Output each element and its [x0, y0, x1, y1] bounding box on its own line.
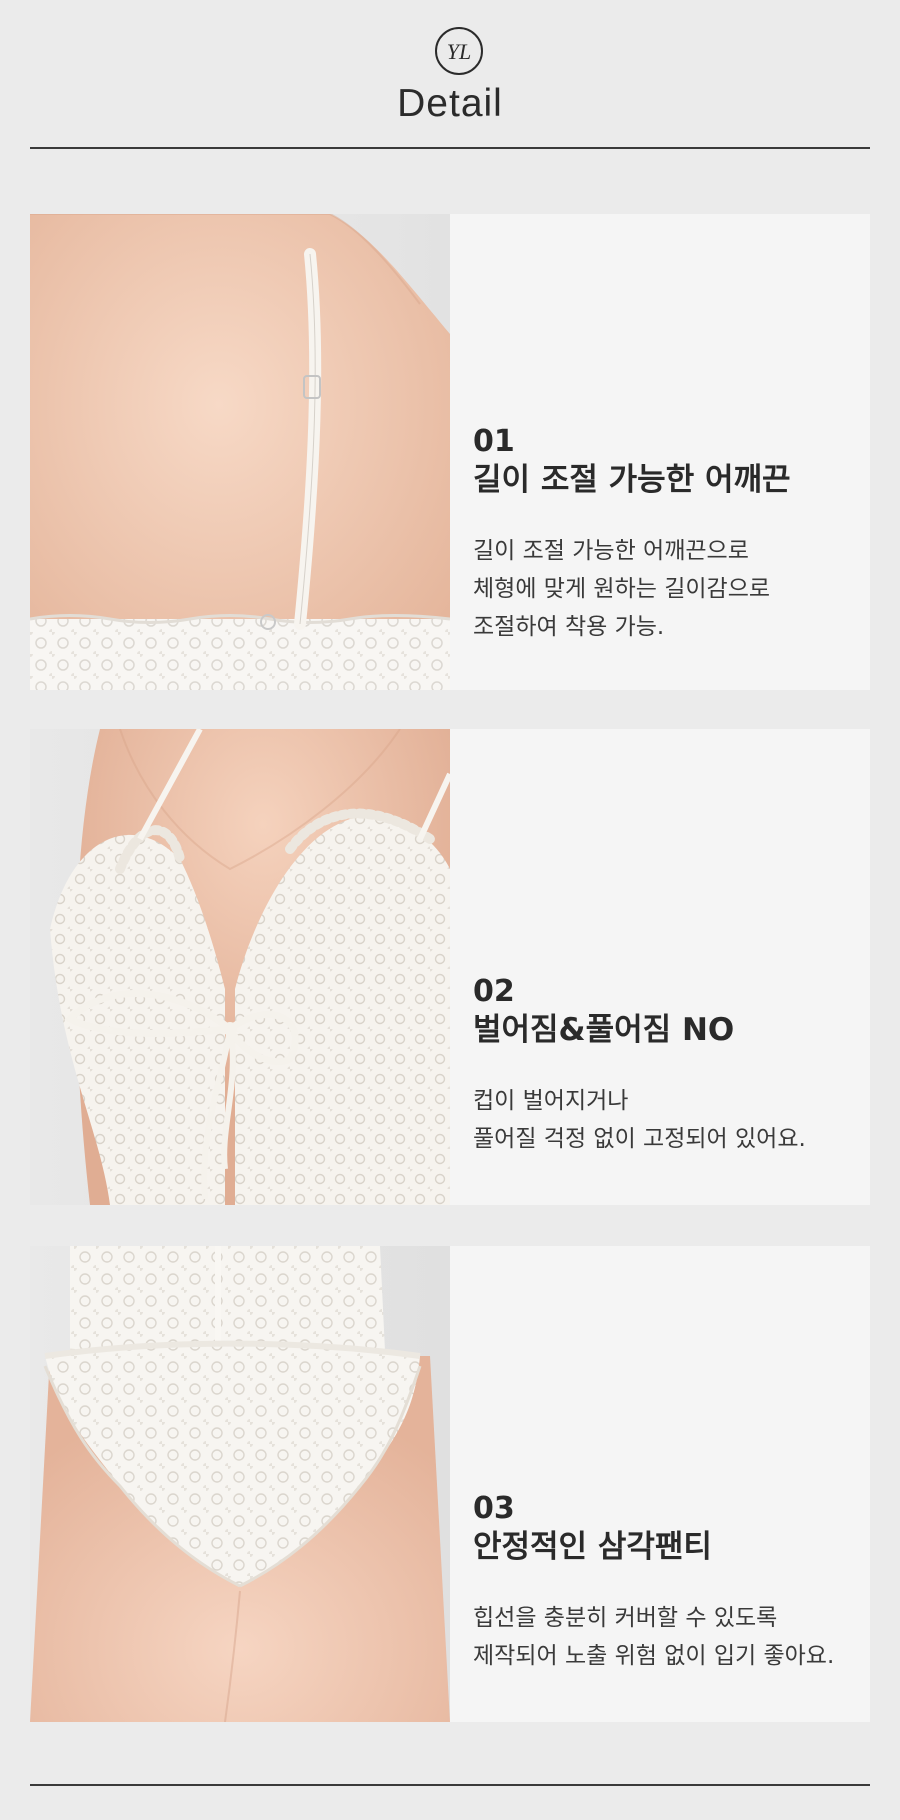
page-title: Detail	[397, 82, 503, 125]
feature-section-1: 01 길이 조절 가능한 어깨끈 길이 조절 가능한 어깨끈으로 체형에 맞게 …	[30, 214, 870, 690]
feature-heading: 안정적인 삼각팬티	[473, 1529, 712, 1565]
feature-number: 01	[473, 424, 515, 459]
feature-number: 02	[473, 974, 515, 1009]
description-line: 길이 조절 가능한 어깨끈으로	[473, 538, 749, 564]
description-line: 컵이 벌어지거나	[473, 1088, 629, 1114]
brand-logo: YL	[435, 27, 483, 75]
feature-text-panel-1: 01 길이 조절 가능한 어깨끈 길이 조절 가능한 어깨끈으로 체형에 맞게 …	[450, 214, 870, 690]
page-header: YL Detail	[0, 0, 900, 150]
description-line: 체형에 맞게 원하는 길이감으로	[473, 576, 771, 602]
description-line: 풀어질 걱정 없이 고정되어 있어요.	[473, 1126, 806, 1152]
feature-photo-shoulder-strap	[30, 214, 450, 690]
feature-description: 힙선을 충분히 커버할 수 있도록 제작되어 노출 위험 없이 입기 좋아요.	[473, 1599, 863, 1675]
bottom-divider	[30, 1784, 870, 1786]
feature-photo-tie-front	[30, 729, 450, 1205]
top-divider	[30, 147, 870, 149]
feature-text-panel-2: 02 벌어짐&풀어짐 NO 컵이 벌어지거나 풀어질 걱정 없이 고정되어 있어…	[450, 729, 870, 1205]
feature-number: 03	[473, 1491, 515, 1526]
description-line: 제작되어 노출 위험 없이 입기 좋아요.	[473, 1643, 835, 1669]
feature-section-2: 02 벌어짐&풀어짐 NO 컵이 벌어지거나 풀어질 걱정 없이 고정되어 있어…	[30, 729, 870, 1205]
feature-section-3: 03 안정적인 삼각팬티 힙선을 충분히 커버할 수 있도록 제작되어 노출 위…	[30, 1246, 870, 1722]
feature-heading: 길이 조절 가능한 어깨끈	[473, 462, 791, 498]
description-line: 조절하여 착용 가능.	[473, 614, 665, 640]
logo-text: YL	[447, 39, 471, 64]
feature-heading: 벌어짐&풀어짐 NO	[473, 1012, 735, 1048]
feature-description: 컵이 벌어지거나 풀어질 걱정 없이 고정되어 있어요.	[473, 1082, 863, 1158]
feature-description: 길이 조절 가능한 어깨끈으로 체형에 맞게 원하는 길이감으로 조절하여 착용…	[473, 532, 863, 646]
description-line: 힙선을 충분히 커버할 수 있도록	[473, 1605, 778, 1631]
feature-text-panel-3: 03 안정적인 삼각팬티 힙선을 충분히 커버할 수 있도록 제작되어 노출 위…	[450, 1246, 870, 1722]
feature-photo-panties	[30, 1246, 450, 1722]
